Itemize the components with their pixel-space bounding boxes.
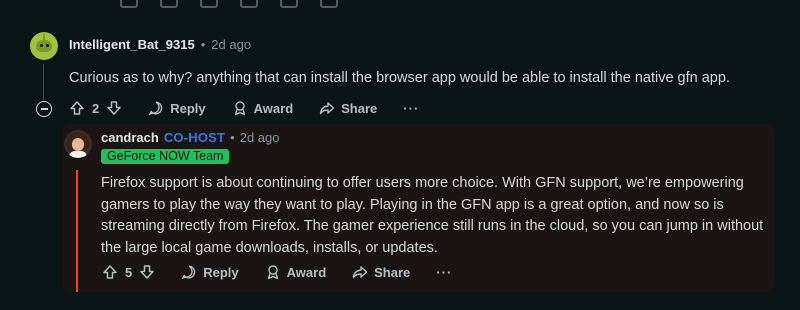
separator: • [230,130,235,145]
share-button[interactable]: Share [319,100,377,116]
comment-meta: candrach CO-HOST • 2d ago [101,130,279,145]
upvote-icon[interactable] [102,264,118,280]
award-icon [267,265,278,280]
vote-count: 2 [92,100,100,116]
comment-paragraph: Firefox support is about continuing to o… [101,175,764,256]
share-icon [352,266,368,279]
avatar[interactable] [64,130,92,158]
thread-line[interactable] [43,64,44,100]
thread-line-highlighted[interactable] [76,170,78,292]
reply-button[interactable]: Reply [148,100,206,116]
share-button[interactable]: Share [352,264,410,280]
comment-body: Firefox support is about continuing to o… [101,173,769,259]
separator: • [200,37,206,52]
share-label: Share [341,100,378,116]
comment-meta: Intelligent_Bat_9315 • 2d ago [69,37,251,52]
vote-count: 5 [125,264,133,280]
award-button[interactable]: Award [232,100,294,116]
award-label: Award [286,264,327,280]
reply-label: Reply [170,100,206,116]
reply-button[interactable]: Reply [181,264,239,280]
comment-actions: 5 Reply Award Share ··· [102,264,452,280]
award-button[interactable]: Award [265,264,327,280]
username[interactable]: Intelligent_Bat_9315 [69,37,195,52]
user-flair: GeForce NOW Team [101,149,230,164]
comment-actions: 2 Reply Award Share ··· [69,100,419,116]
username[interactable]: candrach [101,130,159,145]
share-label: Share [374,264,411,280]
cut-icon [160,0,178,8]
cut-icon [120,0,138,8]
comment-icon [181,265,196,280]
vote-control: 2 [69,100,122,116]
reply-label: Reply [203,264,239,280]
award-icon [234,101,245,116]
timestamp[interactable]: 2d ago [211,37,251,52]
cut-icon [200,0,218,8]
award-label: Award [253,100,294,116]
downvote-icon[interactable] [106,100,122,116]
downvote-icon[interactable] [139,264,155,280]
previous-comment-actions-cut [120,0,338,8]
vote-control: 5 [102,264,155,280]
cut-icon [240,0,258,8]
timestamp[interactable]: 2d ago [240,130,280,145]
cut-icon [320,0,338,8]
upvote-icon[interactable] [69,100,85,116]
avatar[interactable] [30,32,58,60]
cut-icon [280,0,298,8]
collapse-icon[interactable] [36,101,52,117]
share-icon [319,102,335,115]
more-options-button[interactable]: ··· [436,265,452,280]
comment-thread: Intelligent_Bat_9315 • 2d ago Curious as… [0,0,800,310]
cohost-badge: CO-HOST [163,130,226,145]
more-options-button[interactable]: ··· [403,101,419,116]
comment-body: Curious as to why? anything that can ins… [69,70,730,86]
comment-icon [148,101,163,116]
